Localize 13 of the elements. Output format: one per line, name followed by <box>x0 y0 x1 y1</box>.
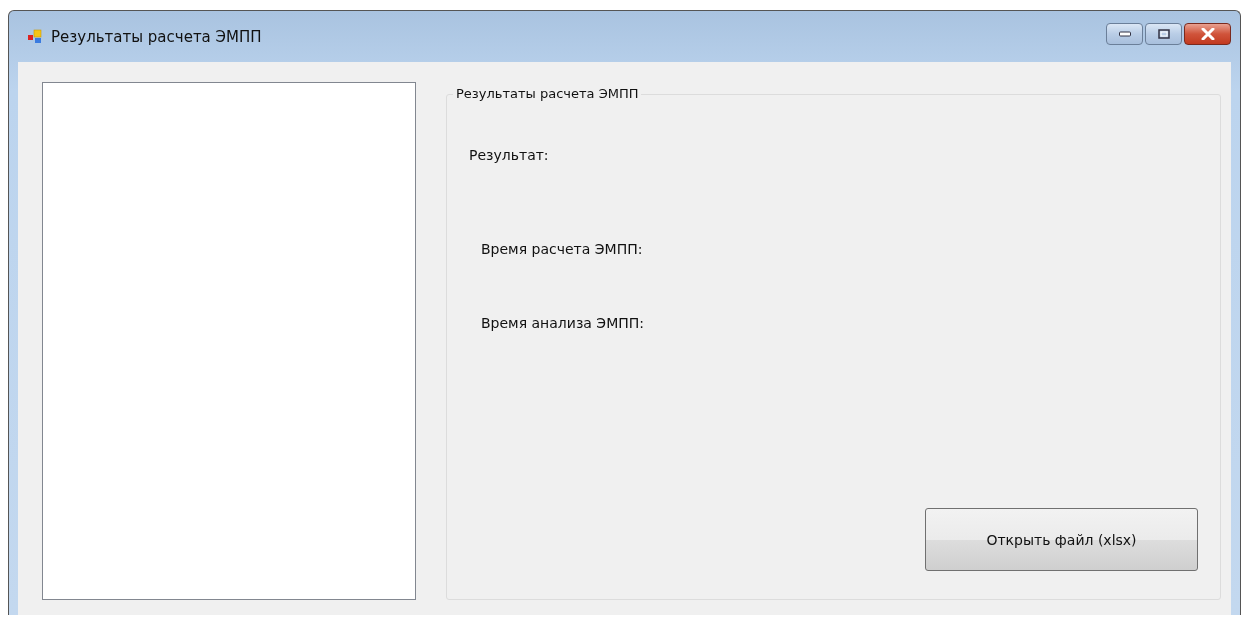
app-icon <box>27 28 43 45</box>
window-title: Результаты расчета ЭМПП <box>51 27 262 46</box>
maximize-icon <box>1157 28 1170 39</box>
maximize-button[interactable] <box>1145 22 1182 45</box>
close-icon <box>1200 27 1215 40</box>
open-file-button[interactable]: Открыть файл (xlsx) <box>925 508 1198 571</box>
minimize-icon <box>1118 30 1131 37</box>
field-label: Результат: <box>469 147 549 163</box>
close-button[interactable] <box>1184 22 1231 45</box>
field-label: Время расчета ЭМПП: <box>481 241 643 257</box>
minimize-button[interactable] <box>1106 22 1143 45</box>
group-title: Результаты расчета ЭМПП <box>453 86 642 101</box>
field-label: Время анализа ЭМПП: <box>481 315 644 331</box>
